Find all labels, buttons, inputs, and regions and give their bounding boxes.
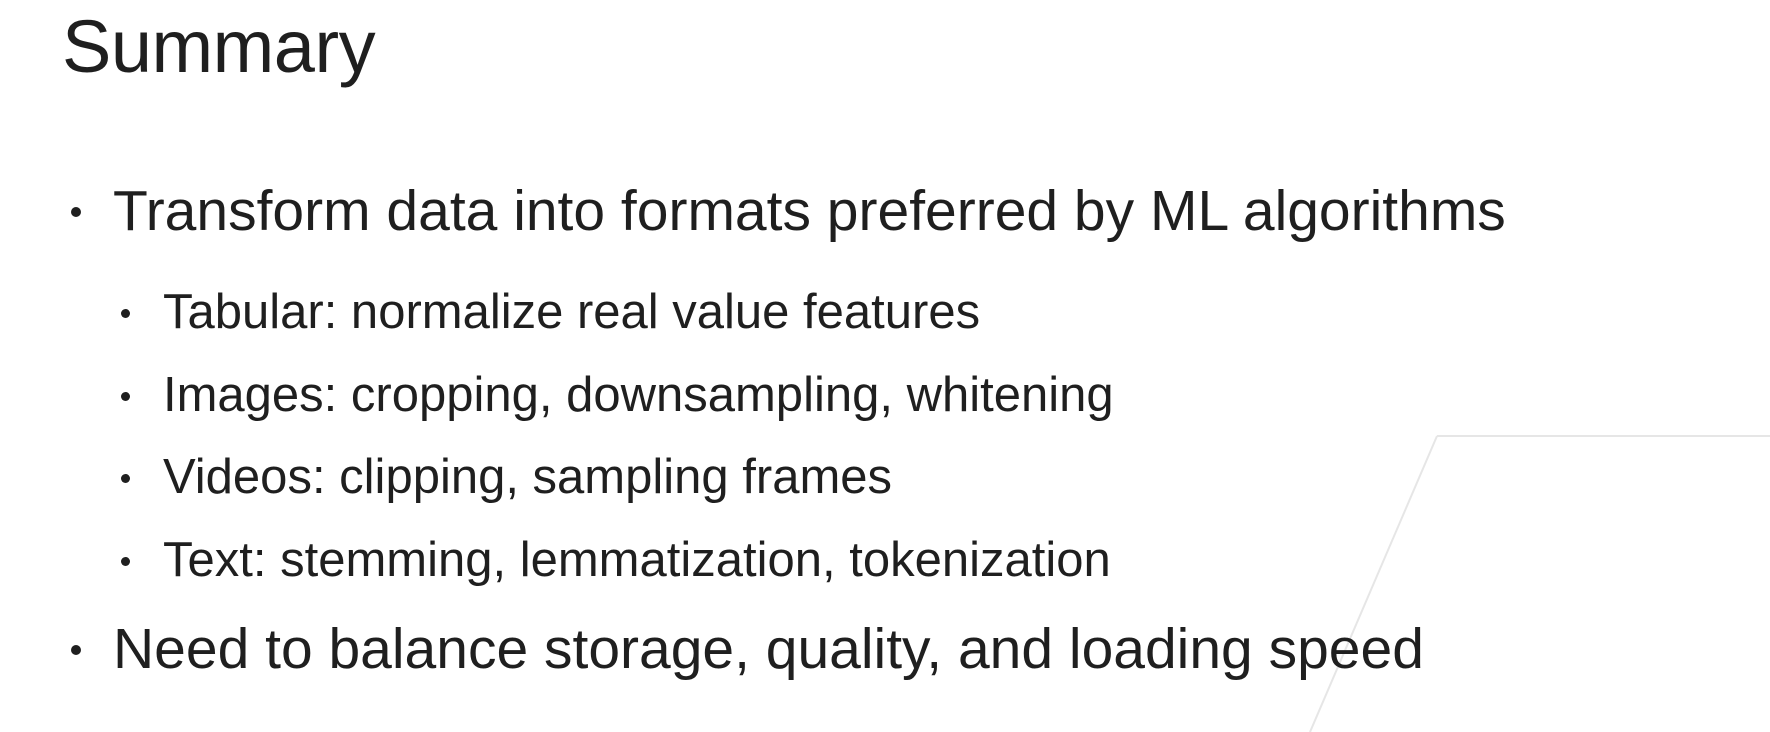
bullet-item: Need to balance storage, quality, and lo… [71, 614, 1424, 684]
bullet-item: Transform data into formats preferred by… [71, 176, 1506, 246]
sub-bullet-item: Images: cropping, downsampling, whitenin… [121, 365, 1114, 425]
bullet-dot-icon [71, 207, 81, 217]
bullet-dot-icon [121, 309, 130, 318]
bullet-text: Transform data into formats preferred by… [113, 179, 1506, 243]
bullet-dot-icon [121, 557, 130, 566]
bullet-dot-icon [121, 392, 130, 401]
bullet-list: Transform data into formats preferred by… [0, 0, 1770, 732]
bullet-dot-icon [121, 474, 130, 483]
bullet-text: Tabular: normalize real value features [163, 285, 981, 339]
bullet-text: Videos: clipping, sampling frames [163, 450, 893, 504]
bullet-text: Text: stemming, lemmatization, tokenizat… [163, 533, 1111, 587]
sub-bullet-item: Tabular: normalize real value features [121, 282, 981, 342]
sub-bullet-item: Text: stemming, lemmatization, tokenizat… [121, 530, 1111, 590]
bullet-text: Need to balance storage, quality, and lo… [113, 617, 1424, 681]
bullet-dot-icon [71, 645, 81, 655]
bullet-text: Images: cropping, downsampling, whitenin… [163, 368, 1114, 422]
sub-bullet-item: Videos: clipping, sampling frames [121, 447, 893, 507]
